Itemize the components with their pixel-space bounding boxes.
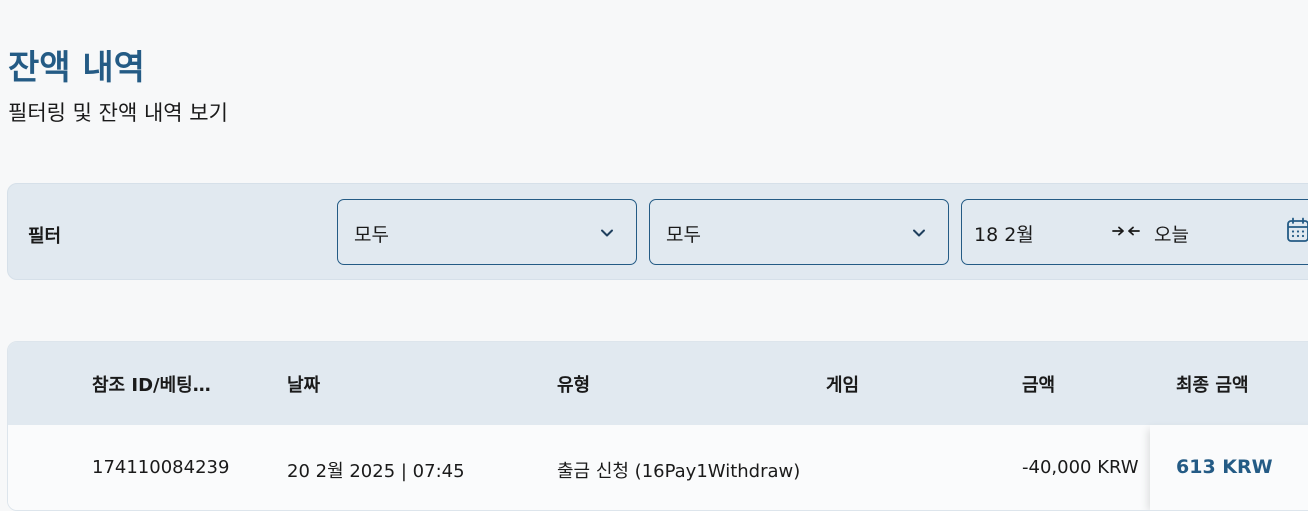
page-subtitle: 필터링 및 잔액 내역 보기 [8, 101, 228, 125]
cell-type: 출금 신청 (16Pay1Withdraw) [557, 461, 801, 482]
column-header-final-amount[interactable]: 최종 금액 [1176, 371, 1249, 397]
final-amount-column: 613 KRW [1150, 425, 1308, 510]
game-select[interactable]: 모두 [649, 199, 949, 265]
chevron-down-icon [601, 229, 613, 237]
date-to[interactable]: 오늘 [1154, 220, 1189, 247]
cell-amount: -40,000 KRW [1022, 457, 1139, 478]
type-select[interactable]: 모두 [337, 199, 637, 265]
date-range-picker[interactable]: 18 2월 오늘 [961, 199, 1308, 265]
filter-panel: 필터 모두 모두 18 2월 오늘 [7, 183, 1308, 280]
table-header: 참조 ID/베팅… 날짜 유형 게임 금액 최종 금액 [8, 342, 1308, 425]
column-header-date[interactable]: 날짜 [287, 371, 320, 397]
type-select-value: 모두 [354, 224, 389, 246]
filter-label: 필터 [28, 226, 62, 247]
arrows-inward-icon [1112, 226, 1140, 236]
chevron-down-icon [913, 229, 925, 237]
date-from[interactable]: 18 2월 [974, 220, 1034, 247]
game-select-value: 모두 [666, 224, 701, 246]
column-header-amount[interactable]: 금액 [1022, 371, 1055, 397]
cell-date: 20 2월 2025 | 07:45 [287, 461, 465, 482]
column-header-ref-id[interactable]: 참조 ID/베팅… [92, 371, 211, 397]
table-row[interactable]: 174110084239 20 2월 2025 | 07:45 출금 신청 (1… [8, 425, 1308, 510]
cell-final-amount: 613 KRW [1176, 456, 1273, 478]
calendar-icon[interactable] [1286, 217, 1308, 243]
column-header-type[interactable]: 유형 [557, 371, 590, 397]
page-title: 잔액 내역 [8, 48, 145, 88]
column-header-game[interactable]: 게임 [826, 371, 859, 397]
cell-ref-id: 174110084239 [92, 457, 230, 478]
balance-history-table: 참조 ID/베팅… 날짜 유형 게임 금액 최종 금액 174110084239… [7, 341, 1308, 511]
